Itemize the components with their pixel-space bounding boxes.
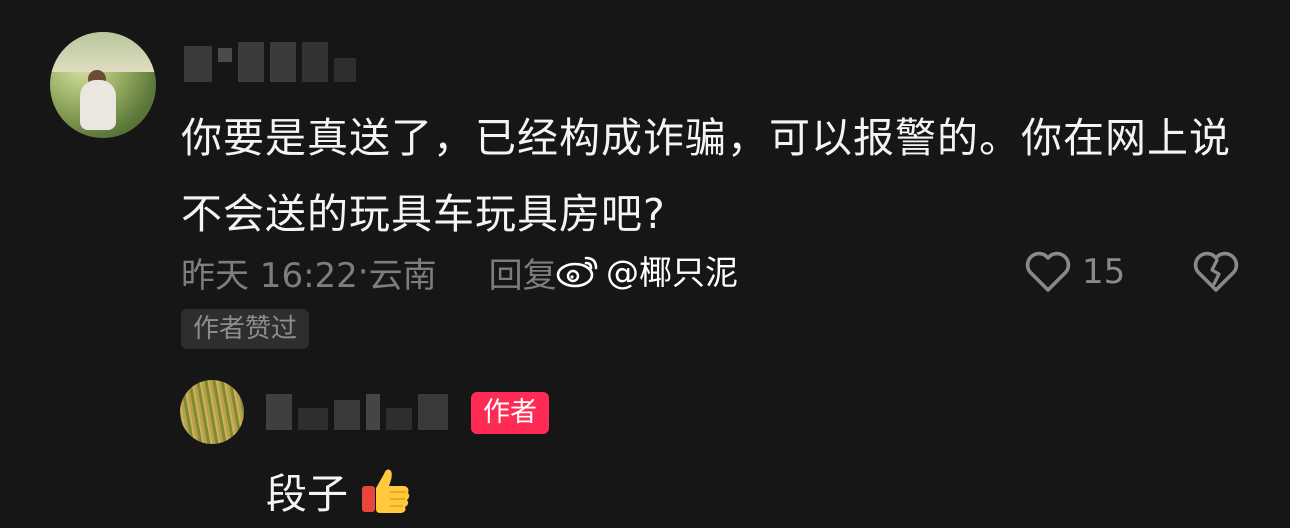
meta-separator: ·: [357, 252, 369, 292]
comment-meta: 昨天 16:22 · 云南 回复: [181, 247, 557, 297]
broken-heart-icon: [1193, 251, 1239, 292]
like-count: 15: [1082, 252, 1126, 292]
watermark: @椰只泥: [556, 246, 738, 294]
comment-body: 你要是真送了，已经构成诈骗，可以报警的。你在网上说不会送的玩具车玩具房吧?: [181, 114, 1231, 238]
commenter-avatar[interactable]: [50, 32, 156, 138]
author-liked-tag: 作者赞过: [181, 309, 310, 349]
author-username-redacted[interactable]: [266, 394, 448, 430]
dislike-button[interactable]: [1192, 250, 1240, 298]
comment-time: 昨天 16:22: [181, 255, 358, 296]
watermark-text: @椰只泥: [606, 253, 738, 292]
heart-outline-icon: [1025, 251, 1071, 292]
thumbs-up-emoji: [362, 469, 410, 513]
author-avatar[interactable]: [180, 380, 244, 444]
reply-button[interactable]: 回复: [489, 248, 557, 297]
like-button[interactable]: 15: [1024, 250, 1125, 294]
comment-location: 云南: [368, 255, 437, 296]
reply-body: 段子: [266, 460, 414, 520]
commenter-username-redacted[interactable]: [184, 42, 356, 82]
author-badge: 作者: [471, 392, 549, 434]
weibo-icon: [556, 256, 598, 288]
reply-text: 段子: [266, 470, 348, 518]
